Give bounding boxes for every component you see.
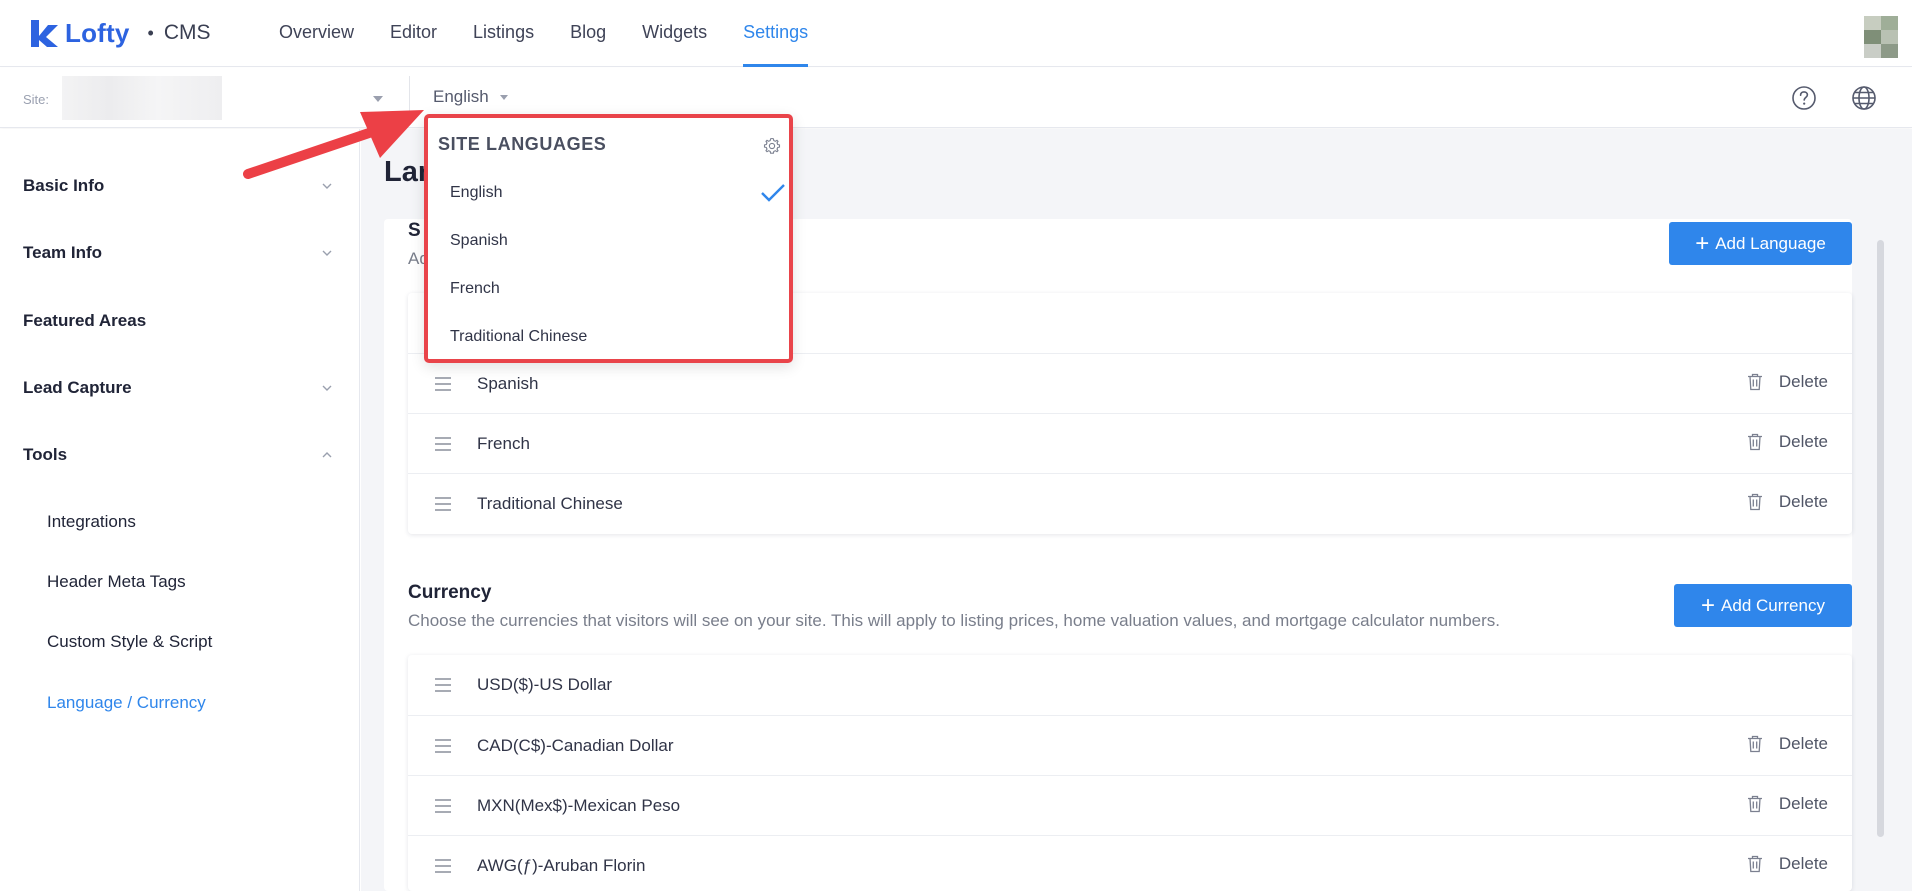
annotation-arrow	[243, 110, 424, 179]
currency-name: MXN(Mex$)-Mexican Peso	[477, 796, 681, 815]
sidebar-item-header-meta-tags[interactable]: Header Meta Tags	[47, 572, 186, 592]
delete-button[interactable]: Delete	[1747, 432, 1828, 452]
globe-icon[interactable]	[1851, 85, 1877, 111]
delete-button[interactable]: Delete	[1747, 854, 1828, 874]
delete-label: Delete	[1778, 432, 1828, 451]
add-language-button[interactable]: + Add Language	[1669, 222, 1852, 265]
drag-handle-icon[interactable]	[434, 738, 452, 754]
add-currency-button[interactable]: + Add Currency	[1674, 584, 1852, 627]
table-row: MXN(Mex$)-Mexican Peso Delete	[408, 775, 1852, 835]
sidebar-item-featured-areas[interactable]: Featured Areas	[23, 311, 146, 331]
delete-label: Delete	[1778, 854, 1828, 873]
chevron-down-icon	[499, 94, 508, 100]
tab-settings[interactable]: Settings	[743, 0, 809, 67]
add-currency-label: Add Currency	[1721, 595, 1825, 615]
brand-name: Lofty	[65, 17, 130, 48]
drag-handle-icon[interactable]	[434, 798, 452, 814]
site-languages-dropdown: SITE LANGUAGES English Spanish French Tr…	[424, 114, 793, 363]
scrollbar[interactable]	[1877, 240, 1884, 837]
dropdown-item-traditional-chinese[interactable]: Traditional Chinese	[450, 328, 587, 346]
language-name: Spanish	[477, 374, 539, 393]
chevron-down-icon[interactable]	[320, 246, 334, 260]
delete-button[interactable]: Delete	[1747, 794, 1828, 814]
drag-handle-icon[interactable]	[434, 496, 452, 512]
chevron-up-icon[interactable]	[320, 448, 334, 462]
sidebar-item-basic-info[interactable]: Basic Info	[23, 176, 104, 196]
delete-button[interactable]: Delete	[1747, 372, 1828, 392]
help-icon[interactable]	[1791, 85, 1817, 111]
drag-handle-icon[interactable]	[434, 436, 452, 452]
delete-label: Delete	[1778, 794, 1828, 813]
avatar[interactable]	[1864, 16, 1898, 58]
languages-section-title: S	[408, 220, 421, 241]
trash-icon	[1747, 433, 1762, 451]
app-logo[interactable]: Lofty • CMS	[28, 16, 211, 50]
sidebar-item-tools[interactable]: Tools	[23, 445, 67, 465]
trash-icon	[1747, 855, 1762, 873]
add-language-label: Add Language	[1715, 233, 1826, 253]
check-icon	[761, 184, 785, 202]
language-select-value: English	[433, 87, 489, 106]
tab-blog[interactable]: Blog	[570, 0, 606, 67]
currency-name: USD($)-US Dollar	[477, 675, 613, 694]
currency-section-title: Currency	[408, 582, 492, 603]
plus-icon: +	[1701, 591, 1716, 619]
sidebar-item-team-info[interactable]: Team Info	[23, 243, 102, 263]
site-select-value[interactable]	[62, 76, 222, 120]
dropdown-title: SITE LANGUAGES	[438, 134, 607, 154]
drag-handle-icon[interactable]	[434, 376, 452, 392]
nav-tabs: Overview Editor Listings Blog Widgets Se…	[279, 0, 844, 67]
trash-icon	[1747, 795, 1762, 813]
sidebar-item-custom-style-script[interactable]: Custom Style & Script	[47, 632, 212, 652]
tab-listings[interactable]: Listings	[473, 0, 534, 67]
language-select[interactable]: English	[433, 87, 508, 107]
delete-label: Delete	[1778, 372, 1828, 391]
chevron-down-icon[interactable]	[320, 381, 334, 395]
delete-button[interactable]: Delete	[1747, 734, 1828, 754]
delete-label: Delete	[1778, 492, 1828, 511]
sidebar-item-language-currency[interactable]: Language / Currency	[47, 693, 206, 713]
tab-overview[interactable]: Overview	[279, 0, 354, 67]
site-label: Site:	[23, 92, 50, 107]
dropdown-item-french[interactable]: French	[450, 280, 500, 298]
product-name: CMS	[163, 21, 211, 44]
table-row: CAD(C$)-Canadian Dollar Delete	[408, 715, 1852, 775]
currency-list: USD($)-US Dollar CAD(C$)-Canadian Dollar…	[408, 655, 1852, 891]
currency-section-desc: Choose the currencies that visitors will…	[408, 611, 1500, 630]
sidebar-item-integrations[interactable]: Integrations	[47, 512, 136, 532]
plus-icon: +	[1695, 229, 1710, 257]
tab-editor[interactable]: Editor	[390, 0, 437, 67]
table-row: AWG(ƒ)-Aruban Florin Delete	[408, 835, 1852, 891]
delete-button[interactable]: Delete	[1747, 492, 1828, 512]
dropdown-item-spanish[interactable]: Spanish	[450, 232, 508, 250]
tab-widgets[interactable]: Widgets	[642, 0, 707, 67]
top-navigation: Lofty • CMS Overview Editor Listings Blo…	[0, 0, 1912, 67]
table-row: French Delete	[408, 413, 1852, 473]
drag-handle-icon[interactable]	[434, 858, 452, 874]
language-name: Traditional Chinese	[477, 494, 623, 513]
lofty-logo-icon	[31, 20, 58, 47]
language-name: French	[477, 434, 530, 453]
currency-name: AWG(ƒ)-Aruban Florin	[477, 856, 646, 875]
table-row: USD($)-US Dollar	[408, 655, 1852, 715]
brand-separator: •	[147, 22, 154, 43]
drag-handle-icon[interactable]	[434, 677, 452, 693]
settings-sidebar: Basic Info Team Info Featured Areas Lead…	[0, 129, 360, 891]
gear-icon[interactable]	[763, 137, 781, 155]
table-row: Traditional Chinese Delete	[408, 473, 1852, 533]
sidebar-item-lead-capture[interactable]: Lead Capture	[23, 378, 132, 398]
trash-icon	[1747, 735, 1762, 753]
currency-name: CAD(C$)-Canadian Dollar	[477, 736, 674, 755]
dropdown-item-english[interactable]: English	[450, 184, 502, 202]
delete-label: Delete	[1778, 734, 1828, 753]
trash-icon	[1747, 373, 1762, 391]
trash-icon	[1747, 493, 1762, 511]
